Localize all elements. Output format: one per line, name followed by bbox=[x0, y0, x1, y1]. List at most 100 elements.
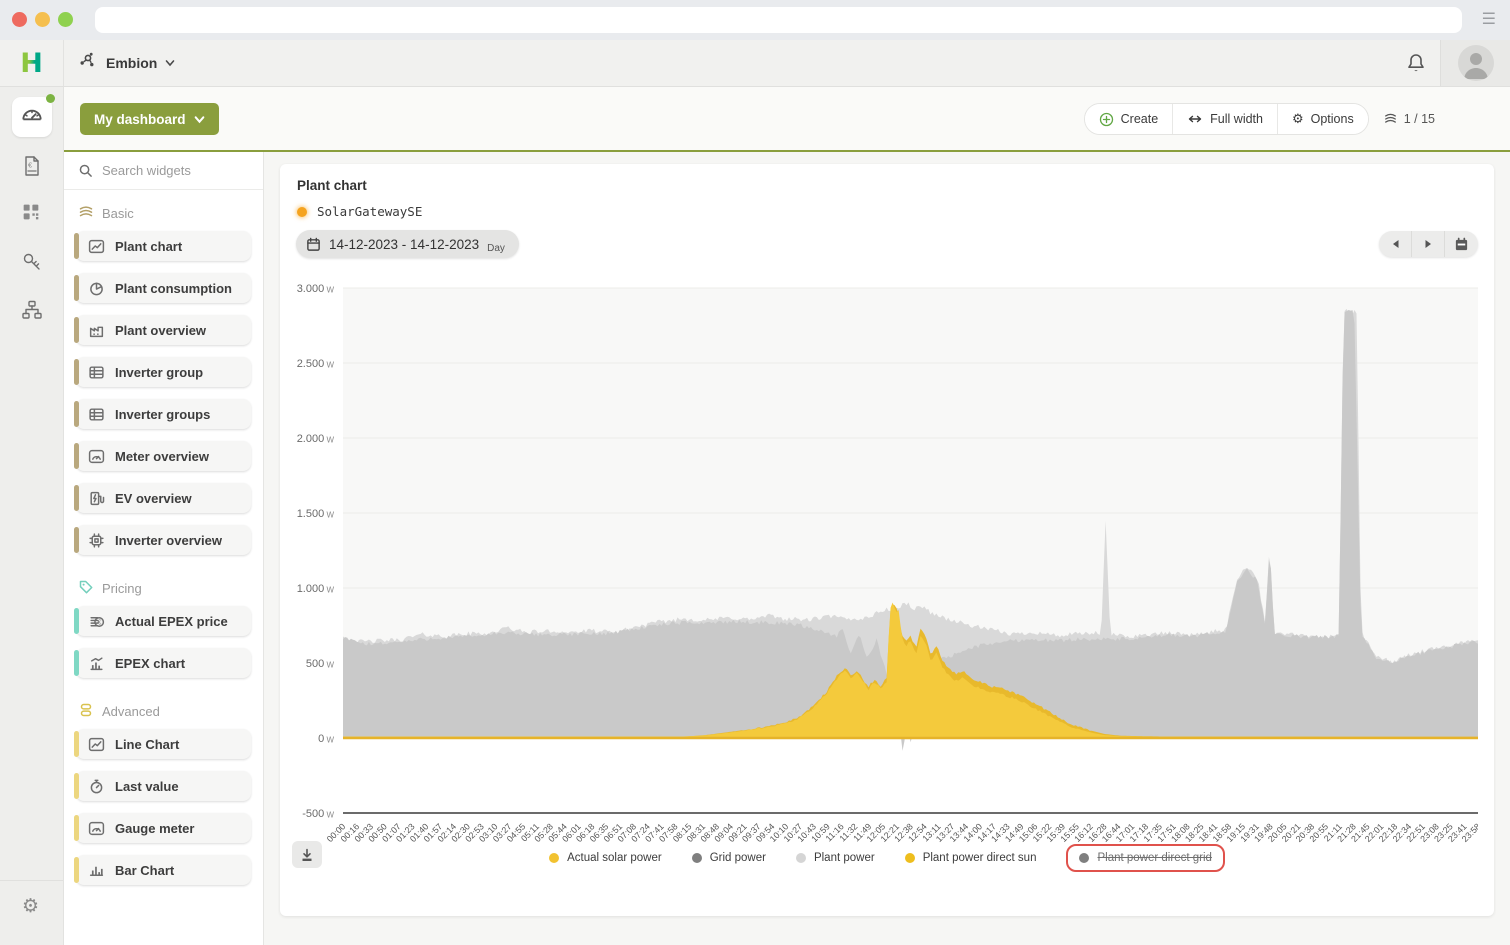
widget-card-line-chart[interactable]: Line Chart bbox=[76, 729, 251, 759]
close-button[interactable] bbox=[12, 12, 27, 27]
options-button[interactable]: ⚙ Options bbox=[1278, 104, 1368, 134]
legend-item-grid-power[interactable]: Grid power bbox=[692, 852, 766, 864]
svg-text:€: € bbox=[28, 161, 33, 170]
settings-gear-icon[interactable]: ⚙ bbox=[22, 895, 39, 917]
card-accent bbox=[74, 731, 79, 757]
date-range-picker[interactable]: 14-12-2023 - 14-12-2023 Day bbox=[296, 230, 519, 258]
maximize-button[interactable] bbox=[58, 12, 73, 27]
previous-period-button[interactable] bbox=[1379, 231, 1412, 257]
rail-item-access[interactable] bbox=[20, 250, 44, 274]
search-input[interactable] bbox=[102, 163, 242, 178]
full-width-label: Full width bbox=[1210, 112, 1263, 126]
legend-item-plant-power[interactable]: Plant power bbox=[796, 852, 875, 864]
minimize-button[interactable] bbox=[35, 12, 50, 27]
widget-card-actual-epex-price[interactable]: € Actual EPEX price bbox=[76, 606, 251, 636]
annotation-highlight-box: Plant power direct grid bbox=[1066, 844, 1224, 872]
svg-text:-500 W: -500 W bbox=[302, 808, 334, 820]
card-accent bbox=[74, 485, 79, 511]
widget-card-label: Inverter overview bbox=[115, 533, 222, 548]
dashboard-selector-button[interactable]: My dashboard bbox=[80, 103, 219, 135]
notifications-bell-icon[interactable] bbox=[1404, 51, 1428, 75]
widget-card-meter-overview[interactable]: Meter overview bbox=[76, 441, 251, 471]
section-header-basic: Basic bbox=[78, 204, 251, 223]
card-accent bbox=[74, 857, 79, 883]
widget-card-plant-chart[interactable]: Plant chart bbox=[76, 231, 251, 261]
user-menu[interactable] bbox=[1440, 40, 1510, 86]
key-icon bbox=[20, 261, 44, 278]
calendar-icon bbox=[1454, 237, 1469, 252]
chevron-down-icon bbox=[194, 114, 205, 125]
section-label: Basic bbox=[102, 206, 134, 221]
card-accent bbox=[74, 650, 79, 676]
page-indicator[interactable]: 1 / 15 bbox=[1383, 112, 1435, 126]
full-width-button[interactable]: Full width bbox=[1173, 104, 1278, 134]
svg-text:1.000 W: 1.000 W bbox=[297, 583, 335, 595]
legend-dot bbox=[796, 853, 806, 863]
pie-chart-icon bbox=[88, 280, 105, 297]
widget-card-inverter-overview[interactable]: Inverter overview bbox=[76, 525, 251, 555]
org-selector[interactable]: Embion bbox=[78, 40, 175, 86]
app-logo[interactable]: H bbox=[0, 40, 64, 86]
page-indicator-value: 1 / 15 bbox=[1404, 112, 1435, 126]
widget-card-label: EPEX chart bbox=[115, 656, 185, 671]
rail-item-widgets[interactable] bbox=[20, 201, 44, 225]
app-header: H Embion bbox=[0, 40, 1510, 87]
card-accent bbox=[74, 815, 79, 841]
stopwatch-icon bbox=[88, 778, 105, 795]
legend-item-plant-power-direct-sun[interactable]: Plant power direct sun bbox=[905, 852, 1037, 864]
svg-text:€: € bbox=[97, 619, 101, 626]
widget-search[interactable] bbox=[64, 152, 263, 190]
browser-menu-icon[interactable]: ☰ bbox=[1482, 11, 1496, 29]
create-button[interactable]: Create bbox=[1085, 104, 1174, 134]
line-chart-icon bbox=[88, 736, 105, 753]
section-header-advanced: Advanced bbox=[78, 702, 251, 721]
next-period-button[interactable] bbox=[1412, 231, 1445, 257]
legend-item-actual-solar-power[interactable]: Actual solar power bbox=[549, 852, 662, 864]
grid-icon bbox=[20, 210, 42, 227]
rail-item-hierarchy[interactable] bbox=[20, 298, 44, 322]
main-content: Plant chart SolarGatewaySE 14-12-2023 - … bbox=[264, 152, 1510, 945]
calendar-icon bbox=[306, 237, 321, 252]
device-name: SolarGatewaySE bbox=[317, 204, 422, 219]
svg-text:500 W: 500 W bbox=[306, 658, 335, 670]
card-accent bbox=[74, 608, 79, 634]
options-label: Options bbox=[1311, 112, 1354, 126]
widget-card-label: Actual EPEX price bbox=[115, 614, 228, 629]
widget-card-gauge-meter[interactable]: Gauge meter bbox=[76, 813, 251, 843]
widget-card-plant-consumption[interactable]: Plant consumption bbox=[76, 273, 251, 303]
widget-card-bar-chart[interactable]: Bar Chart bbox=[76, 855, 251, 885]
widget-card-last-value[interactable]: Last value bbox=[76, 771, 251, 801]
calendar-button[interactable] bbox=[1445, 231, 1478, 257]
card-accent bbox=[74, 317, 79, 343]
sitemap-icon bbox=[20, 309, 44, 326]
legend-label: Grid power bbox=[710, 852, 766, 864]
legend-item-plant-power-direct-grid[interactable]: Plant power direct grid bbox=[1079, 852, 1211, 864]
widget-card-inverter-groups[interactable]: Inverter groups bbox=[76, 399, 251, 429]
svg-text:2.500 W: 2.500 W bbox=[297, 358, 335, 370]
widget-card-plant-overview[interactable]: Plant overview bbox=[76, 315, 251, 345]
card-accent bbox=[74, 275, 79, 301]
layers-icon bbox=[78, 204, 94, 223]
widget-card-inverter-group[interactable]: Inverter group bbox=[76, 357, 251, 387]
device-status-dot bbox=[297, 207, 307, 217]
plant-chart-canvas[interactable]: 3.000 W2.500 W2.000 W1.500 W1.000 W500 W… bbox=[296, 280, 1478, 862]
legend-dot bbox=[1079, 853, 1089, 863]
stack-icon bbox=[78, 702, 94, 721]
widget-card-ev-overview[interactable]: EV overview bbox=[76, 483, 251, 513]
ev-icon bbox=[88, 490, 105, 507]
url-bar[interactable] bbox=[95, 7, 1462, 33]
widget-sidebar: Basic Plant chart Plant consumption Plan… bbox=[64, 152, 264, 945]
rail-item-dashboard[interactable] bbox=[12, 97, 52, 137]
legend-label: Actual solar power bbox=[567, 852, 662, 864]
browser-chrome: ☰ bbox=[0, 0, 1510, 40]
create-label: Create bbox=[1121, 112, 1159, 126]
legend-label: Plant power direct grid bbox=[1097, 852, 1211, 864]
legend-dot bbox=[905, 853, 915, 863]
chevron-down-icon bbox=[165, 58, 175, 68]
legend-label: Plant power bbox=[814, 852, 875, 864]
rail-item-billing[interactable]: € bbox=[20, 154, 44, 178]
card-accent bbox=[74, 233, 79, 259]
widget-card-epex-chart[interactable]: EPEX chart bbox=[76, 648, 251, 678]
gauge-icon bbox=[88, 820, 105, 837]
table-icon bbox=[88, 406, 105, 423]
